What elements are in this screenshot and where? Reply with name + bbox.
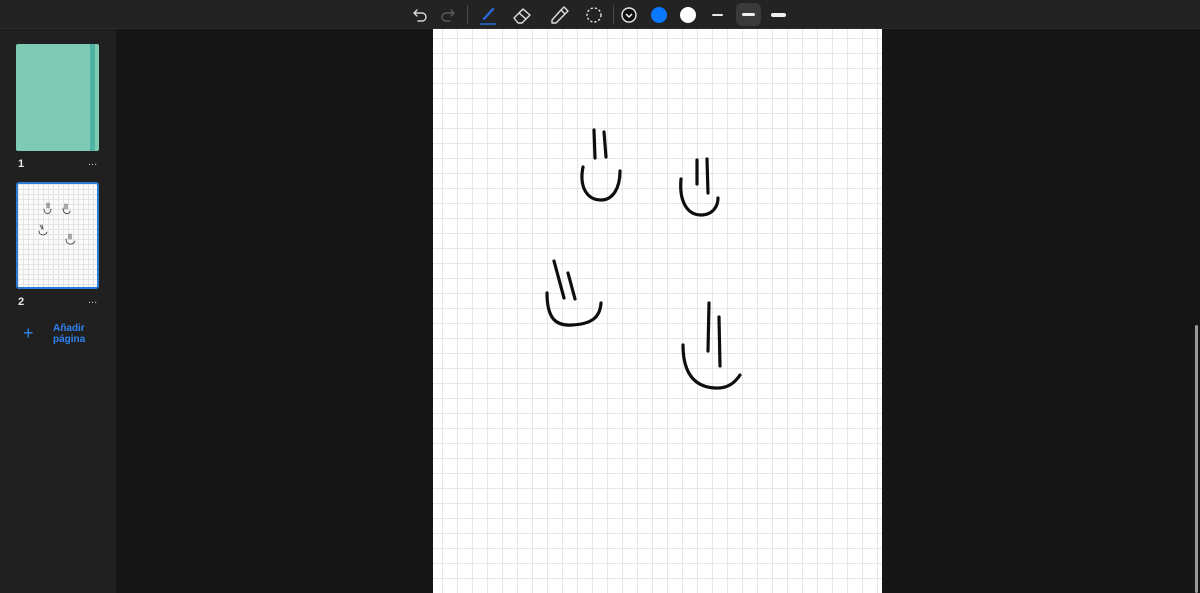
add-page-plus-icon[interactable]: + xyxy=(23,324,34,342)
color-swatch-white[interactable] xyxy=(679,0,697,29)
drawing-stroke-4 xyxy=(681,301,742,390)
page-thumbnail-cover[interactable] xyxy=(16,44,99,151)
undo-icon[interactable] xyxy=(410,0,430,29)
page-number-1: 1 xyxy=(18,158,25,170)
drawing-stroke-2 xyxy=(679,157,720,217)
page-sidebar: 1 ... 2 ... + Añadir página xyxy=(0,29,116,593)
drawing-stroke-1 xyxy=(580,128,622,202)
add-page-label-line1: Añadir xyxy=(53,323,85,334)
stroke-weight-thick[interactable] xyxy=(767,0,789,29)
color-picker-icon[interactable] xyxy=(620,0,638,29)
drawing-canvas[interactable] xyxy=(433,29,882,593)
page-number-2: 2 xyxy=(18,296,25,308)
stroke-weight-medium[interactable] xyxy=(736,3,761,26)
stroke-weight-thin[interactable] xyxy=(707,0,727,29)
toolbar xyxy=(0,0,1200,29)
add-page-label-line2: página xyxy=(53,334,86,345)
toolbar-divider xyxy=(613,5,614,24)
scrollbar[interactable] xyxy=(1195,325,1198,593)
lasso-icon[interactable] xyxy=(583,0,605,29)
add-page-button[interactable]: Añadir página xyxy=(53,323,103,345)
highlighter-icon[interactable] xyxy=(547,0,571,29)
toolbar-divider xyxy=(467,5,468,24)
page-2-thumbnail-drawing xyxy=(38,202,76,245)
redo-icon[interactable] xyxy=(438,0,458,29)
color-swatch-blue[interactable] xyxy=(650,0,668,29)
eraser-icon[interactable] xyxy=(510,0,534,29)
page-2-more-button[interactable]: ... xyxy=(88,294,97,306)
cover-band xyxy=(90,44,95,151)
page-thumbnail-2[interactable] xyxy=(16,182,99,289)
page-1-more-button[interactable]: ... xyxy=(88,156,97,168)
drawing-stroke-3 xyxy=(545,259,603,327)
pen-icon[interactable] xyxy=(477,0,499,29)
